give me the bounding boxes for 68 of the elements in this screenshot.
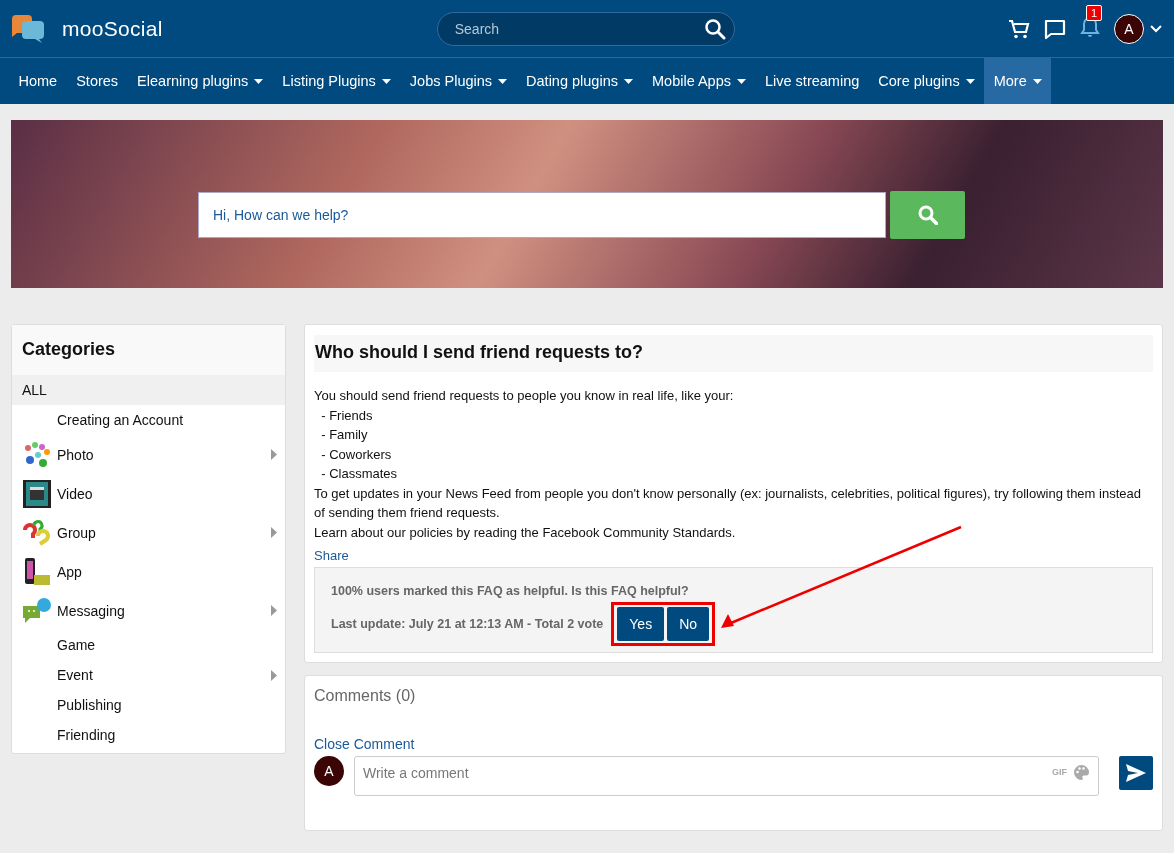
help-search-bar[interactable]: Hi, How can we help?	[198, 192, 886, 238]
category-item[interactable]: App	[12, 552, 285, 591]
category-item[interactable]: Messaging	[12, 591, 285, 630]
faq-text: You should send friend requests to people you know in real life, like your:	[314, 387, 735, 405]
user-avatar[interactable]: A	[1114, 13, 1144, 44]
panel-title: Categories	[12, 325, 285, 375]
caret-right-icon	[271, 605, 277, 616]
faq-text: To get updates in your News Feed from people you don't know personally (ex: journalists, celebrities, political figures), try following them instead of sending them friend requests.	[314, 484, 1142, 522]
search-icon[interactable]	[703, 17, 726, 40]
search-icon	[917, 205, 938, 225]
bell-icon[interactable]	[1080, 16, 1100, 38]
vote-button[interactable]: Yes	[617, 607, 665, 641]
share-link[interactable]: Share	[314, 548, 349, 563]
cart-icon[interactable]	[1008, 17, 1030, 40]
close-comment-link[interactable]: Close Comment	[314, 736, 415, 752]
send-icon	[1126, 764, 1146, 782]
category-item[interactable]: Video	[12, 474, 285, 513]
nav-item[interactable]: Live streaming	[755, 58, 869, 104]
faq-title: Who should I send friend requests to?	[314, 335, 1153, 372]
category-item[interactable]: Event	[12, 660, 285, 690]
nav-item[interactable]: Dating plugins	[516, 58, 643, 104]
caret-right-icon	[271, 669, 277, 681]
caret-right-icon	[271, 449, 277, 460]
faq-text: - Friends	[320, 406, 374, 425]
category-item[interactable]: Publishing	[12, 690, 285, 720]
nav-item[interactable]: Core plugins	[868, 58, 985, 104]
vote-button[interactable]: No	[667, 607, 710, 641]
category-thumbnail-icon	[22, 517, 52, 548]
category-item[interactable]: Photo	[12, 435, 285, 474]
nav-item[interactable]: Home	[9, 58, 67, 104]
search-bar[interactable]: Search	[436, 11, 735, 46]
category-item[interactable]: Creating an Account	[12, 405, 285, 435]
category-item[interactable]: Friending	[12, 720, 285, 750]
chat-icon[interactable]	[1044, 17, 1066, 40]
category-item[interactable]: ALL	[12, 375, 285, 405]
nav-item[interactable]: Listing Plugins	[272, 58, 401, 104]
category-thumbnail-icon	[22, 556, 52, 587]
site-logo-text[interactable]: mooSocial	[62, 16, 163, 41]
nav-item[interactable]: More	[984, 58, 1052, 104]
caret-down-icon	[381, 78, 391, 84]
faq-text: Learn about our policies by reading the Facebook Community Standards.	[314, 523, 737, 542]
nav-item[interactable]: Stores	[66, 58, 128, 104]
caret-down-icon	[254, 78, 264, 84]
category-item[interactable]: Group	[12, 513, 285, 552]
last-update-text: Last update: July 21 at 12:13 AM - Total 2 vote	[331, 617, 604, 631]
notification-badge: 1	[1086, 5, 1103, 21]
caret-down-icon	[1032, 78, 1042, 84]
category-thumbnail-icon	[22, 595, 52, 626]
nav-item[interactable]: Jobs Plugins	[400, 58, 517, 104]
caret-right-icon	[271, 527, 277, 538]
category-thumbnail-icon	[22, 478, 52, 509]
send-button[interactable]	[1119, 756, 1153, 790]
search-field[interactable]: Search	[452, 19, 704, 38]
user-avatar: A	[314, 756, 344, 786]
category-thumbnail-icon	[22, 439, 52, 470]
helpful-text: 100% users marked this FAQ as helpful. Is this FAQ helpful?	[331, 584, 690, 598]
caret-down-icon	[965, 78, 975, 84]
caret-down-icon	[498, 78, 508, 84]
caret-down-icon	[624, 78, 633, 84]
nav-item[interactable]: Elearning plugins	[127, 58, 273, 104]
caret-down-icon	[737, 78, 746, 84]
faq-text: - Coworkers	[320, 445, 393, 464]
chevron-down-icon[interactable]	[1150, 24, 1162, 33]
comments-title: Comments (0)	[314, 687, 417, 705]
nav-item[interactable]: Mobile Apps	[642, 58, 756, 104]
category-item[interactable]: Game	[12, 630, 285, 660]
faq-text: - Classmates	[320, 465, 399, 483]
faq-text: - Family	[320, 426, 369, 444]
